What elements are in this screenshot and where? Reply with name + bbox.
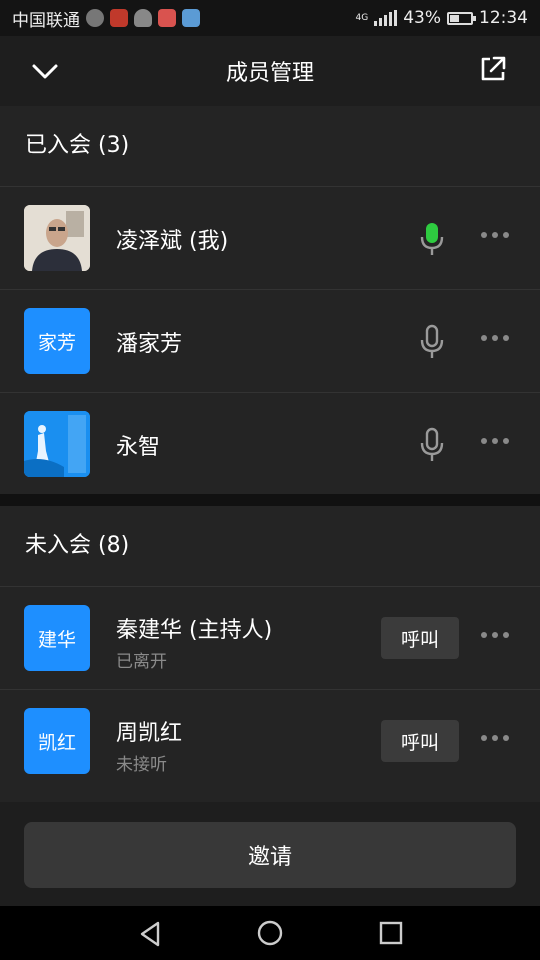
share-out-icon[interactable]	[478, 54, 508, 84]
member-name: 永智	[116, 435, 161, 460]
nav-home-icon[interactable]	[256, 919, 284, 947]
top-app-bar: 成员管理	[0, 36, 540, 106]
status-bar-right: 4G 43% 12:34	[356, 8, 529, 28]
mic-muted-icon[interactable]	[418, 427, 446, 463]
status-bar: 中国联通 4G 43% 12:34	[0, 0, 540, 36]
more-options-icon[interactable]	[480, 627, 510, 643]
mic-muted-icon[interactable]	[418, 324, 446, 360]
member-row-not-joined-2[interactable]: 凯红 周凯红 未接听 呼叫	[0, 690, 540, 792]
clock: 12:34	[479, 8, 528, 28]
qq-notification-icon	[134, 9, 152, 27]
member-name: 秦建华 (主持人)	[116, 618, 273, 643]
system-navigation-bar	[0, 906, 540, 960]
mic-active-icon[interactable]	[418, 221, 446, 257]
news-notification-icon	[158, 9, 176, 27]
member-status: 已离开	[116, 652, 167, 672]
chevron-down-icon[interactable]	[30, 56, 60, 86]
more-options-icon[interactable]	[480, 227, 510, 243]
call-button[interactable]: 呼叫	[381, 617, 459, 659]
member-row-joined-3[interactable]: 永智	[0, 393, 540, 495]
battery-percent: 43%	[403, 8, 441, 28]
member-row-joined-1[interactable]: 凌泽斌 (我)	[0, 187, 540, 290]
battery-icon	[447, 11, 476, 25]
avatar: 凯红	[24, 708, 90, 774]
bottom-action-area: 邀请	[0, 802, 540, 906]
network-type-label: 4G	[355, 12, 369, 23]
more-options-icon[interactable]	[480, 730, 510, 746]
meeting-notification-icon	[182, 9, 200, 27]
page-title: 成员管理	[225, 61, 314, 86]
member-row-not-joined-1[interactable]: 建华 秦建华 (主持人) 已离开 呼叫	[0, 587, 540, 690]
member-name: 凌泽斌 (我)	[116, 229, 229, 254]
invite-button[interactable]: 邀请	[24, 822, 516, 888]
avatar: 建华	[24, 605, 90, 671]
person-photo-icon	[24, 205, 90, 271]
not-joined-section: 未入会 (8) 建华 秦建华 (主持人) 已离开 呼叫 凯红 周凯红 未接听 呼…	[0, 506, 540, 802]
joined-section-title: 已入会 (3)	[0, 106, 540, 187]
member-row-joined-2[interactable]: 家芳 潘家芳	[0, 290, 540, 393]
mic-notification-icon	[110, 9, 128, 27]
nav-back-icon[interactable]	[136, 919, 166, 949]
member-status: 未接听	[116, 755, 167, 775]
avatar-photo	[24, 205, 90, 271]
landscape-image-icon	[24, 411, 90, 477]
more-options-icon[interactable]	[480, 433, 510, 449]
section-divider	[0, 494, 540, 506]
avatar: 家芳	[24, 308, 90, 374]
signal-icon	[374, 10, 398, 26]
status-bar-left: 中国联通	[12, 6, 200, 31]
not-joined-section-title: 未入会 (8)	[0, 506, 540, 587]
more-options-icon[interactable]	[480, 330, 510, 346]
nav-recent-apps-icon[interactable]	[378, 920, 404, 946]
app-notification-icon	[86, 9, 104, 27]
call-button[interactable]: 呼叫	[381, 720, 459, 762]
member-name: 周凯红	[116, 721, 183, 746]
avatar-image	[24, 411, 90, 477]
carrier-label: 中国联通	[12, 10, 80, 31]
member-name: 潘家芳	[116, 332, 183, 357]
joined-section: 已入会 (3) 凌泽斌 (我) 家芳 潘家芳 永智	[0, 106, 540, 495]
